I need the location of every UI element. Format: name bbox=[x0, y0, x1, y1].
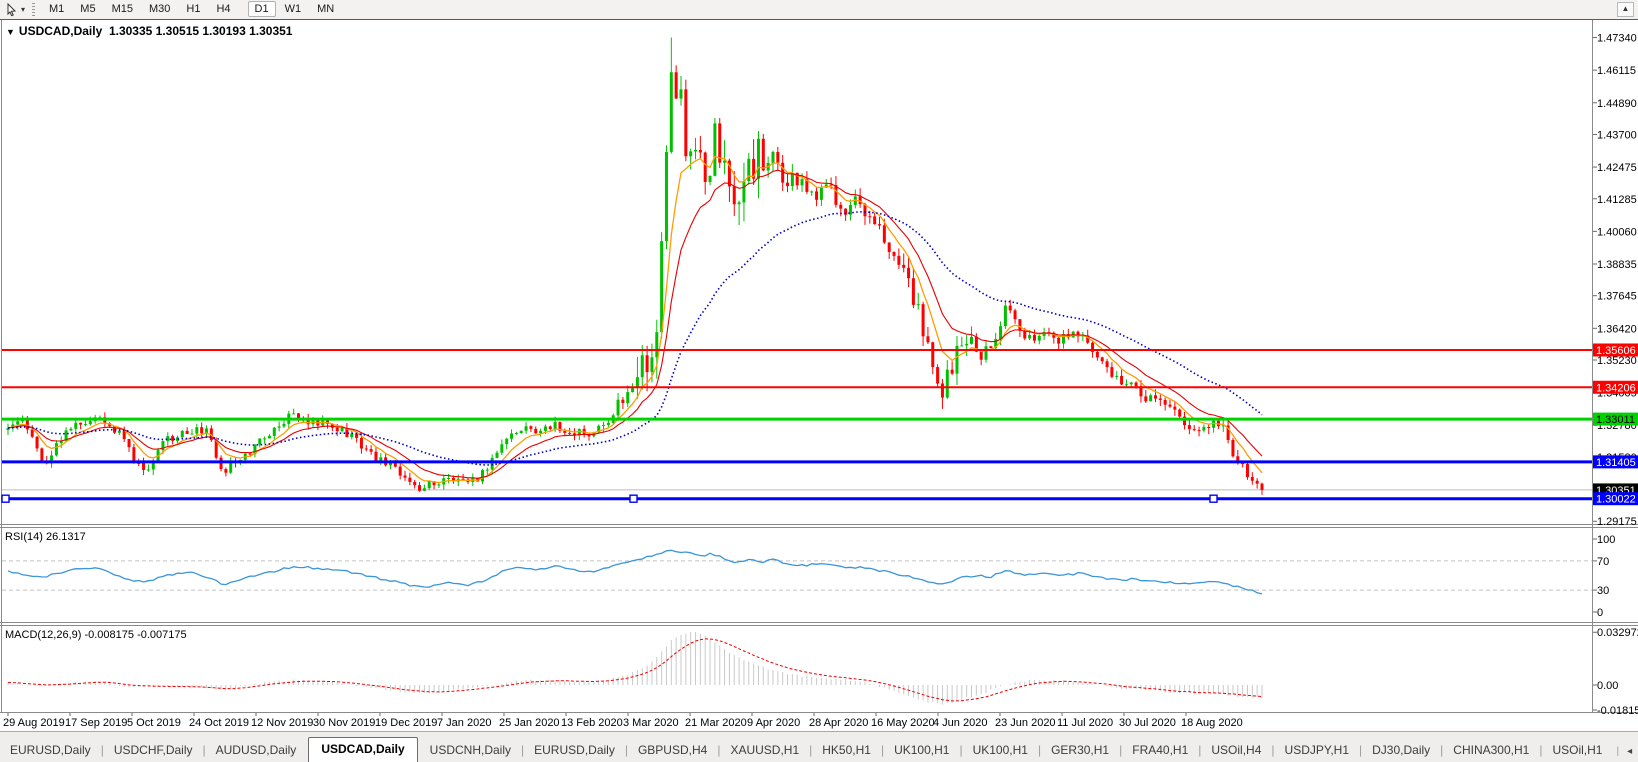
date-label: 12 Nov 2019 bbox=[251, 717, 313, 729]
chart-tab-HK50-H1[interactable]: HK50,H1 bbox=[812, 739, 881, 762]
level-handle[interactable] bbox=[1, 494, 10, 503]
rsi-tick-label: 30 bbox=[1597, 585, 1609, 597]
chart-tab-USDCAD-Daily[interactable]: USDCAD,Daily bbox=[308, 737, 418, 762]
level-price-tag-1.34206: 1.34206 bbox=[1596, 382, 1636, 394]
chart-tab-EURUSD-Daily[interactable]: EURUSD,Daily bbox=[524, 739, 625, 762]
macd-tick-label: -0.018154 bbox=[1597, 705, 1638, 717]
chart-tab-USDCHF-Daily[interactable]: USDCHF,Daily bbox=[104, 739, 203, 762]
date-label: 30 Nov 2019 bbox=[313, 717, 375, 729]
chart-tab-CHINA300-H1[interactable]: CHINA300,H1 bbox=[1443, 739, 1539, 762]
candlestick-series bbox=[6, 37, 1264, 495]
date-label: 18 Aug 2020 bbox=[1181, 717, 1243, 729]
date-label: 24 Oct 2019 bbox=[189, 717, 249, 729]
date-label: 4 Jun 2020 bbox=[933, 717, 987, 729]
chart-tab-EURUSD-Daily[interactable]: EURUSD,Daily bbox=[0, 739, 101, 762]
macd-histogram bbox=[7, 632, 1263, 705]
macd-tick-label: 0.032972 bbox=[1597, 627, 1638, 639]
date-label: 3 Mar 2020 bbox=[623, 717, 679, 729]
chart-tab-XAUUSD-H1[interactable]: XAUUSD,H1 bbox=[720, 739, 809, 762]
date-label: 13 Feb 2020 bbox=[561, 717, 623, 729]
chart-tab-DJ30-Daily[interactable]: DJ30,Daily bbox=[1362, 739, 1440, 762]
price-tick-label: 1.29175 bbox=[1597, 516, 1637, 528]
level-price-tag-1.35606: 1.35606 bbox=[1596, 345, 1636, 357]
ma-slow-line bbox=[7, 210, 1263, 466]
date-label: 30 Jul 2020 bbox=[1119, 717, 1176, 729]
chart-tabs: EURUSD,Daily | USDCHF,Daily | AUDUSD,Daily US… bbox=[0, 737, 1612, 762]
date-label: 25 Jan 2020 bbox=[499, 717, 560, 729]
price-tick-label: 1.44890 bbox=[1597, 98, 1637, 110]
rsi-line bbox=[7, 549, 1263, 595]
price-tick-label: 1.36420 bbox=[1597, 323, 1637, 335]
date-label: 16 May 2020 bbox=[871, 717, 935, 729]
level-price-tag-1.33011: 1.33011 bbox=[1596, 414, 1635, 426]
tab-scroll-controls: | ◂ ▸ bbox=[1612, 746, 1638, 762]
chart-tab-FRA40-H1[interactable]: FRA40,H1 bbox=[1122, 739, 1198, 762]
chart-title-caret-icon[interactable]: ▼ bbox=[6, 27, 15, 37]
tab-scroll-left-icon[interactable]: ◂ bbox=[1627, 746, 1632, 757]
date-label: 17 Sep 2019 bbox=[65, 717, 127, 729]
chart-ohlc-quotes: 1.30335 1.30515 1.30193 1.30351 bbox=[108, 24, 293, 38]
rsi-indicator-label: RSI(14) 26.1317 bbox=[5, 531, 86, 543]
chart-tab-UK100-H1[interactable]: UK100,H1 bbox=[963, 739, 1038, 762]
date-label: 9 Apr 2020 bbox=[747, 717, 800, 729]
date-label: 11 Jul 2020 bbox=[1057, 717, 1113, 729]
chart-tab-USOil-H1[interactable]: USOil,H1 bbox=[1542, 739, 1612, 762]
level-price-tag-1.31405: 1.31405 bbox=[1596, 457, 1636, 469]
chart-tab-bar: EURUSD,Daily | USDCHF,Daily | AUDUSD,Daily US… bbox=[0, 731, 1638, 762]
level-handle[interactable] bbox=[1209, 494, 1218, 503]
price-tick-label: 1.46115 bbox=[1597, 65, 1636, 77]
level-price-tag-1.30022: 1.30022 bbox=[1596, 494, 1636, 506]
price-tick-label: 1.43700 bbox=[1597, 129, 1637, 141]
macd-indicator-label: MACD(12,26,9) -0.008175 -0.007175 bbox=[5, 629, 187, 641]
chart-tab-USDCNH-Daily[interactable]: USDCNH,Daily bbox=[420, 739, 521, 762]
price-tick-label: 1.42475 bbox=[1597, 162, 1637, 174]
macd-tick-label: 0.00 bbox=[1597, 680, 1618, 692]
date-label: 5 Oct 2019 bbox=[127, 717, 181, 729]
date-label: 7 Jan 2020 bbox=[437, 717, 491, 729]
date-label: 21 Mar 2020 bbox=[685, 717, 747, 729]
price-tick-label: 1.47340 bbox=[1597, 33, 1637, 45]
trading-platform-window: ▾ M1 M5 M15 M30 H1 H4 D1 W1 MN ▲ 1.47340 1.46115 1… bbox=[0, 0, 1638, 762]
price-tick-label: 1.37645 bbox=[1597, 291, 1637, 303]
tab-divider: | bbox=[1616, 746, 1620, 757]
chart-tab-GBPUSD-H4[interactable]: GBPUSD,H4 bbox=[628, 739, 717, 762]
price-tick-label: 1.41285 bbox=[1597, 194, 1637, 206]
chart-tab-AUDUSD-Daily[interactable]: AUDUSD,Daily bbox=[206, 739, 307, 762]
date-label: 29 Aug 2019 bbox=[3, 717, 65, 729]
date-label: 23 Jun 2020 bbox=[995, 717, 1056, 729]
ma-fast-line bbox=[7, 155, 1263, 484]
chart-tab-UK100-H1[interactable]: UK100,H1 bbox=[884, 739, 959, 762]
rsi-tick-label: 100 bbox=[1597, 534, 1615, 546]
chart-tab-USOil-H4[interactable]: USOil,H4 bbox=[1201, 739, 1271, 762]
chart-tab-GER30-H1[interactable]: GER30,H1 bbox=[1041, 739, 1119, 762]
rsi-tick-label: 70 bbox=[1597, 556, 1609, 568]
chart-symbol-title: ▼ USDCAD,Daily 1.30335 1.30515 1.30193 1.… bbox=[6, 24, 292, 38]
date-label: 19 Dec 2019 bbox=[375, 717, 437, 729]
rsi-tick-label: 0 bbox=[1597, 607, 1603, 619]
chart-symbol-label: USDCAD,Daily bbox=[18, 24, 103, 38]
price-tick-label: 1.38835 bbox=[1597, 259, 1637, 271]
chart-tab-USDJPY-H1[interactable]: USDJPY,H1 bbox=[1275, 739, 1359, 762]
chart-canvas: 1.47340 1.46115 1.44890 1.43700 1.42475 1.412… bbox=[0, 19, 1638, 729]
price-tick-label: 1.40060 bbox=[1597, 226, 1637, 238]
level-handle[interactable] bbox=[629, 494, 638, 503]
macd-signal-line bbox=[7, 638, 1263, 702]
date-label: 28 Apr 2020 bbox=[809, 717, 868, 729]
